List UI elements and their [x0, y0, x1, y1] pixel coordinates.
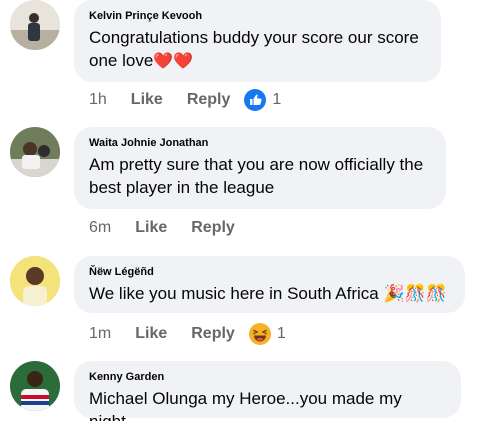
avatar[interactable]: [10, 127, 60, 177]
comment-author[interactable]: Kelvin Prinçe Kevooh: [89, 9, 427, 23]
avatar-photo-icon: [10, 256, 60, 306]
comment-text: We like you music here in South Africa 🎉…: [89, 282, 451, 305]
comment-text: Congratulations buddy your score our sco…: [89, 26, 427, 73]
heart-emoji-icon: ❤️❤️: [153, 53, 194, 70]
like-icon[interactable]: [244, 89, 267, 111]
reaction-count[interactable]: 1: [277, 325, 286, 343]
comment-actions: 1m Like Reply 1: [89, 323, 286, 345]
reply-button[interactable]: Reply: [191, 325, 235, 343]
haha-icon[interactable]: [248, 323, 271, 345]
avatar-photo-icon: [10, 0, 60, 50]
comment-timestamp[interactable]: 1m: [89, 325, 111, 343]
comment-bubble: Waita Johnie Jonathan Am pretty sure tha…: [74, 127, 446, 209]
reaction-count[interactable]: 1: [272, 91, 281, 109]
comment-text-content: We like you music here in South Africa: [89, 284, 379, 303]
comment-timestamp[interactable]: 1h: [89, 91, 107, 109]
comment-bubble: Ňëw Légëñd We like you music here in Sou…: [74, 256, 465, 313]
like-button[interactable]: Like: [131, 91, 163, 109]
avatar[interactable]: [10, 256, 60, 306]
avatar-photo-icon: [10, 361, 60, 411]
avatar[interactable]: [10, 361, 60, 411]
comment-text-content: Congratulations buddy your score our sco…: [89, 28, 419, 70]
like-button[interactable]: Like: [135, 325, 167, 343]
comment-bubble: Kenny Garden Michael Olunga my Heroe...y…: [74, 361, 461, 421]
reply-button[interactable]: Reply: [191, 219, 235, 237]
avatar-photo-icon: [10, 127, 60, 177]
comment-author[interactable]: Kenny Garden: [89, 370, 447, 384]
comment-timestamp[interactable]: 6m: [89, 219, 111, 237]
avatar[interactable]: [10, 0, 60, 50]
comment-bubble: Kelvin Prinçe Kevooh Congratulations bud…: [74, 0, 441, 82]
comment-text: Michael Olunga my Heroe...you made my ni…: [89, 389, 402, 421]
comment-author[interactable]: Waita Johnie Jonathan: [89, 136, 432, 150]
party-emoji-icon: 🎉🎊🎊: [383, 284, 448, 303]
comment-author[interactable]: Ňëw Légëñd: [89, 265, 451, 279]
like-button[interactable]: Like: [135, 219, 167, 237]
reply-button[interactable]: Reply: [187, 91, 231, 109]
comment-text: Am pretty sure that you are now official…: [89, 155, 424, 197]
comment-actions: 6m Like Reply: [89, 217, 249, 239]
comment-actions: 1h Like Reply 1: [89, 89, 281, 111]
